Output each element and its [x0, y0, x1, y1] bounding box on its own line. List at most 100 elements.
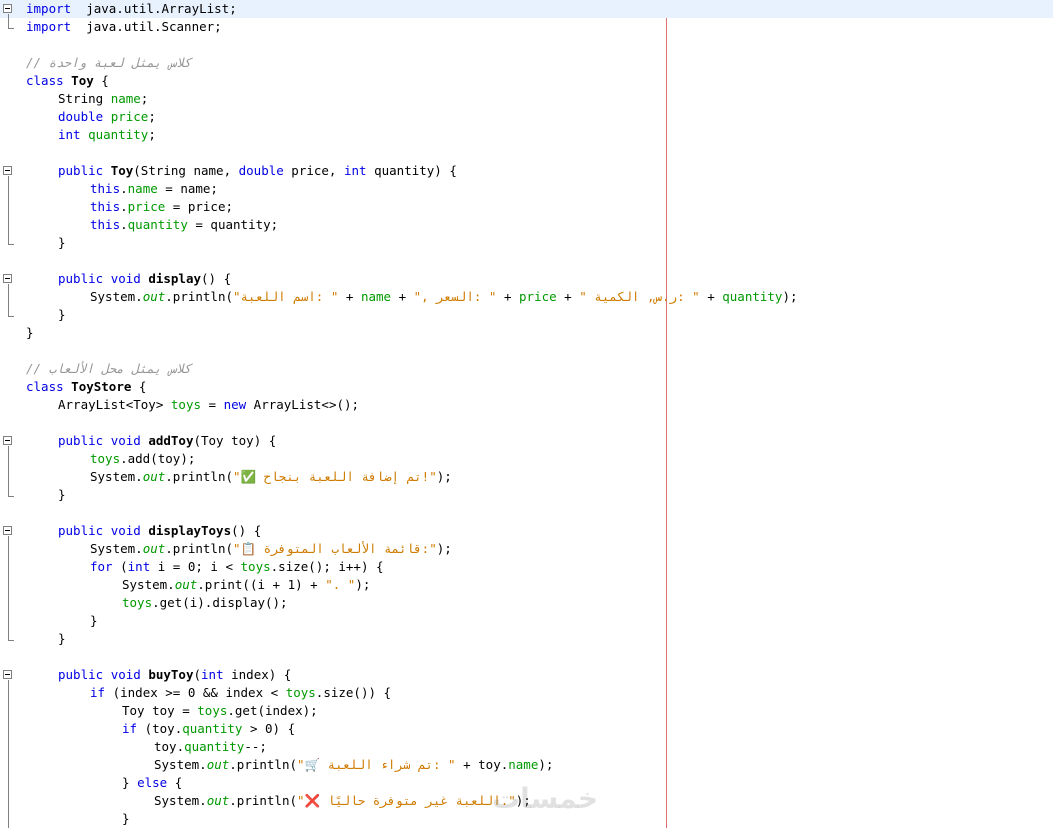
code-line[interactable]: class ToyStore {	[0, 378, 1053, 396]
code-token: ArrayList<Toy>	[58, 397, 171, 412]
code-line[interactable]: toys.add(toy);	[0, 450, 1053, 468]
code-token: public	[58, 523, 104, 538]
code-line[interactable]: public Toy(String name, double price, in…	[0, 162, 1053, 180]
code-line[interactable]: toys.get(i).display();	[0, 594, 1053, 612]
fold-toggle-icon[interactable]	[3, 4, 12, 13]
code-token: price	[519, 289, 557, 304]
code-line[interactable]: int quantity;	[0, 126, 1053, 144]
code-line[interactable]: toy.quantity--;	[0, 738, 1053, 756]
code-text: if (toy.quantity > 0) {	[122, 720, 295, 738]
code-line[interactable]: this.name = name;	[0, 180, 1053, 198]
code-line[interactable]: }	[0, 630, 1053, 648]
code-line[interactable]	[0, 504, 1053, 522]
code-token: Toy	[71, 73, 94, 88]
code-line[interactable]: }	[0, 612, 1053, 630]
code-editor[interactable]: import java.util.ArrayList; import java.u…	[0, 0, 1053, 828]
fold-toggle-icon[interactable]	[3, 670, 12, 679]
code-token: void	[110, 667, 141, 682]
code-line[interactable]: for (int i = 0; i < toys.size(); i++) {	[0, 558, 1053, 576]
code-line[interactable]: // كلاس يمثل محل الألعاب	[0, 360, 1053, 378]
code-token: +	[556, 289, 580, 304]
code-text: Toy toy = toys.get(index);	[122, 702, 318, 720]
fold-end-marker	[8, 496, 14, 497]
code-line[interactable]	[0, 36, 1053, 54]
fold-toggle-icon[interactable]	[3, 166, 12, 175]
code-token: name	[127, 181, 158, 196]
code-line[interactable]: }	[0, 306, 1053, 324]
code-token: display	[148, 271, 202, 286]
code-text: System.out.println("✅ تم إضافة اللعبة بن…	[90, 468, 452, 486]
code-line[interactable]: import java.util.ArrayList;	[0, 0, 1053, 18]
code-token: ArrayList<>();	[246, 397, 360, 412]
fold-end-marker	[8, 28, 14, 29]
code-line[interactable]: this.price = price;	[0, 198, 1053, 216]
code-line[interactable]: System.out.println("✅ تم إضافة اللعبة بن…	[0, 468, 1053, 486]
code-token: out	[206, 793, 230, 808]
code-token: String	[58, 91, 111, 106]
code-line[interactable]: String name;	[0, 90, 1053, 108]
code-text: toy.quantity--;	[154, 738, 267, 756]
code-token: out	[142, 289, 166, 304]
code-line[interactable]	[0, 144, 1053, 162]
code-line[interactable]: ArrayList<Toy> toys = new ArrayList<>();	[0, 396, 1053, 414]
code-line[interactable]	[0, 342, 1053, 360]
code-token: quantity	[88, 127, 149, 142]
code-text: public void displayToys() {	[58, 522, 261, 540]
code-line[interactable]: if (toy.quantity > 0) {	[0, 720, 1053, 738]
code-line[interactable]: Toy toy = toys.get(index);	[0, 702, 1053, 720]
code-text: class ToyStore {	[26, 378, 146, 396]
code-line[interactable]: class Toy {	[0, 72, 1053, 90]
code-token: void	[110, 523, 141, 538]
code-text: System.out.println("🛒 تم شراء اللعبة: " …	[154, 756, 553, 774]
code-text: toys.add(toy);	[90, 450, 195, 468]
code-token: toys	[122, 595, 153, 610]
code-token: quantity	[722, 289, 783, 304]
code-line[interactable]: public void addToy(Toy toy) {	[0, 432, 1053, 450]
code-line[interactable]: import java.util.Scanner;	[0, 18, 1053, 36]
code-token: out	[142, 469, 166, 484]
code-line[interactable]	[0, 252, 1053, 270]
code-token: toys	[197, 703, 228, 718]
code-line[interactable]: public void display() {	[0, 270, 1053, 288]
fold-range-line	[8, 176, 9, 244]
code-token: ;	[148, 127, 156, 142]
code-line[interactable]: double price;	[0, 108, 1053, 126]
fold-toggle-icon[interactable]	[3, 526, 12, 535]
code-line[interactable]: }	[0, 234, 1053, 252]
code-line[interactable]	[0, 648, 1053, 666]
code-text: }	[58, 630, 66, 648]
code-token: System.	[90, 541, 143, 556]
code-text: }	[58, 306, 66, 324]
code-line[interactable]: this.quantity = quantity;	[0, 216, 1053, 234]
code-line[interactable]: public void displayToys() {	[0, 522, 1053, 540]
code-line[interactable]: System.out.println("📋 قائمة الألعاب المت…	[0, 540, 1053, 558]
code-line[interactable]: System.out.println("اسم اللعبة: " + name…	[0, 288, 1053, 306]
code-token: Toy toy =	[122, 703, 198, 718]
code-token: () {	[201, 271, 232, 286]
fold-range-line	[8, 284, 9, 316]
fold-range-line	[8, 536, 9, 640]
code-token: price,	[283, 163, 344, 178]
code-line[interactable]	[0, 414, 1053, 432]
code-line[interactable]: if (index >= 0 && index < toys.size()) {	[0, 684, 1053, 702]
code-token: .	[120, 217, 128, 232]
code-line[interactable]: public void buyToy(int index) {	[0, 666, 1053, 684]
code-token: .size()) {	[315, 685, 392, 700]
code-line[interactable]: System.out.println("🛒 تم شراء اللعبة: " …	[0, 756, 1053, 774]
code-token: int	[58, 127, 81, 142]
code-line[interactable]: }	[0, 324, 1053, 342]
code-token: "🛒 تم شراء اللعبة: "	[297, 757, 456, 772]
code-token: .println(	[165, 469, 233, 484]
code-text: this.quantity = quantity;	[90, 216, 278, 234]
code-token: .println(	[165, 289, 233, 304]
code-text: for (int i = 0; i < toys.size(); i++) {	[90, 558, 384, 576]
code-line[interactable]: System.out.print((i + 1) + ". ");	[0, 576, 1053, 594]
code-line[interactable]: }	[0, 486, 1053, 504]
fold-toggle-icon[interactable]	[3, 274, 12, 283]
code-token: public	[58, 433, 104, 448]
fold-toggle-icon[interactable]	[3, 436, 12, 445]
code-token: quantity) {	[366, 163, 457, 178]
code-line[interactable]: // كلاس يمثل لعبة واحدة	[0, 54, 1053, 72]
